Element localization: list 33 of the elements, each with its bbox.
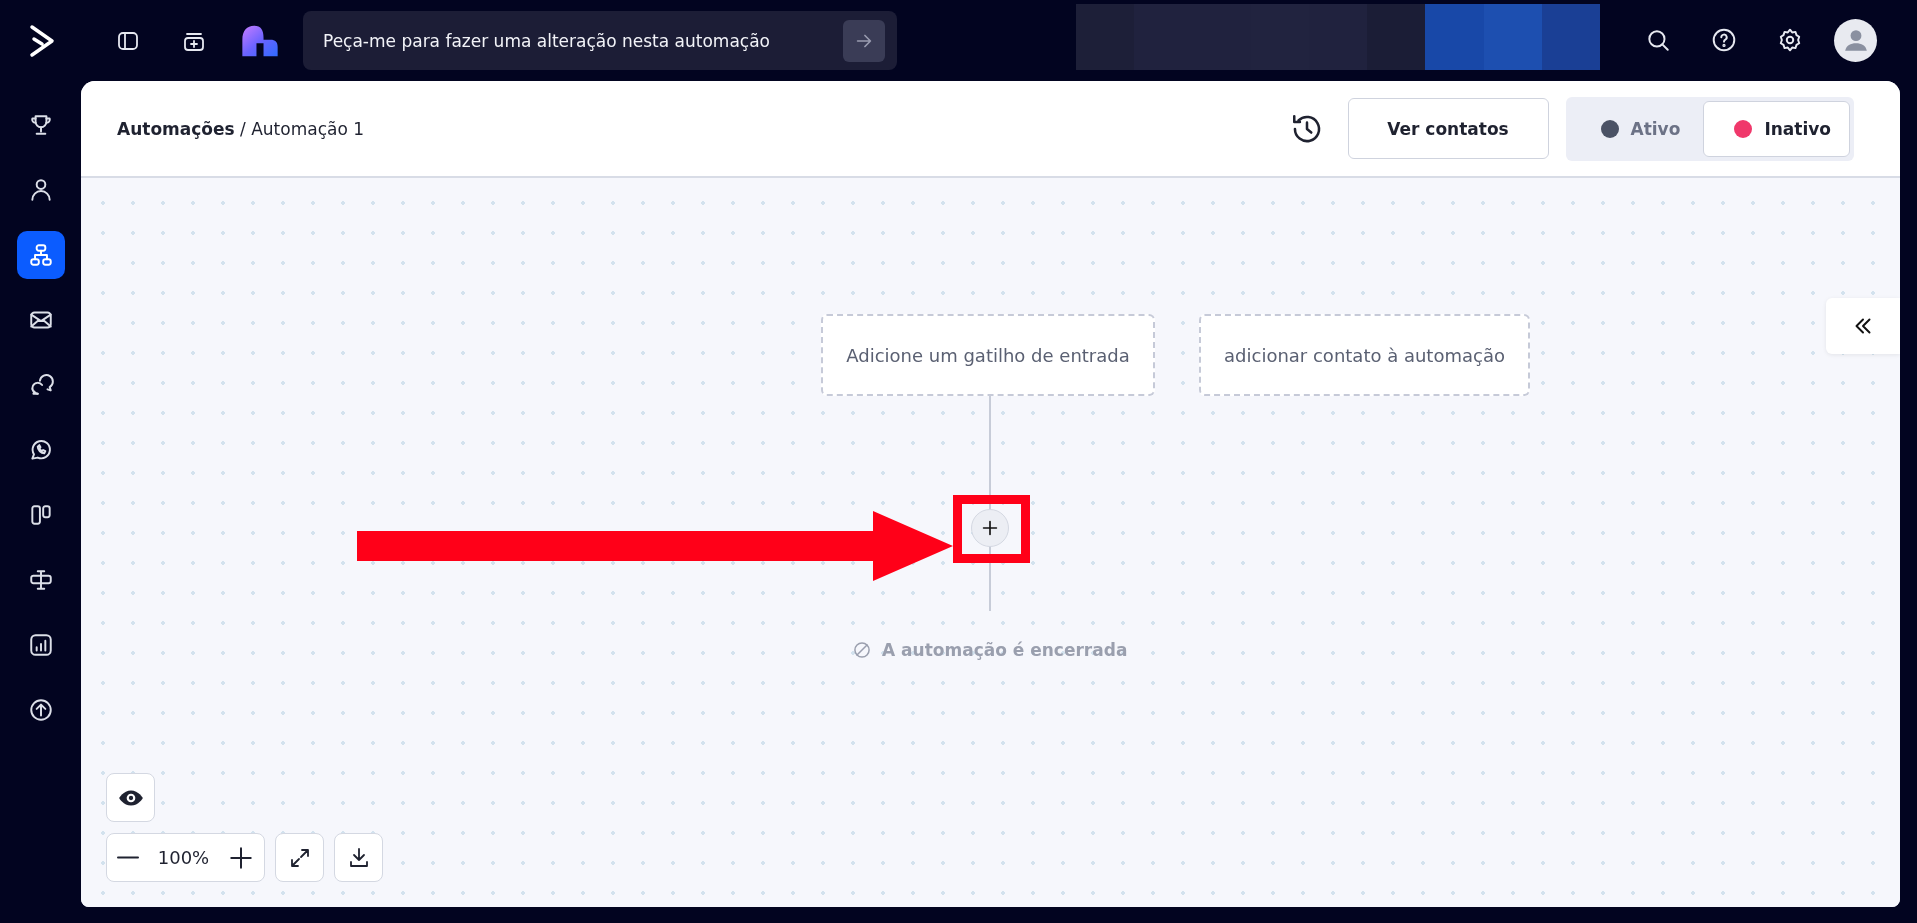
minus-icon — [117, 856, 139, 859]
person-silhouette-icon — [1842, 27, 1869, 53]
signpost-icon — [27, 567, 54, 593]
status-option[interactable]: Inativo — [1703, 100, 1850, 157]
settings-icon — [1777, 27, 1803, 53]
zoom-out-button[interactable] — [117, 856, 139, 859]
breadcrumb: Automações / Automação 1 — [117, 118, 366, 139]
trigger-node[interactable]: Adicione um gatilho de entrada — [821, 314, 1155, 396]
download-button[interactable] — [334, 833, 383, 882]
plus-icon — [228, 844, 254, 871]
prompt-bar[interactable]: Peça-me para fazer uma alteração nesta automação — [303, 11, 897, 70]
zoom-level: 100% — [157, 847, 210, 868]
zoom-in-button[interactable] — [228, 844, 254, 871]
user-avatar[interactable] — [1834, 18, 1877, 62]
status-label: Inativo — [1764, 118, 1831, 139]
end-label: A automação é encerrada — [882, 640, 1128, 660]
help-icon — [1711, 27, 1737, 53]
bar-chart-icon — [27, 632, 54, 658]
view-contacts-button[interactable]: Ver contatos — [1347, 98, 1549, 159]
status-option[interactable]: Ativo — [1569, 100, 1700, 157]
fit-view-button[interactable] — [275, 833, 324, 882]
send-button[interactable] — [843, 19, 885, 62]
org-chart-icon — [27, 242, 54, 268]
upload-circle-icon — [27, 697, 54, 723]
preview-button[interactable] — [106, 773, 155, 822]
status-label: Ativo — [1630, 118, 1681, 139]
trigger-node[interactable]: adicionar contato à automação — [1199, 314, 1530, 396]
sidebar-item[interactable] — [16, 231, 65, 279]
ai-prompt-field[interactable]: Peça-me para fazer uma alteração nesta automação — [321, 29, 843, 52]
search-icon — [1645, 27, 1671, 53]
prohibited-icon — [852, 640, 872, 660]
add-step-button[interactable] — [971, 509, 1009, 547]
collapse-panel-button[interactable] — [1826, 298, 1900, 354]
